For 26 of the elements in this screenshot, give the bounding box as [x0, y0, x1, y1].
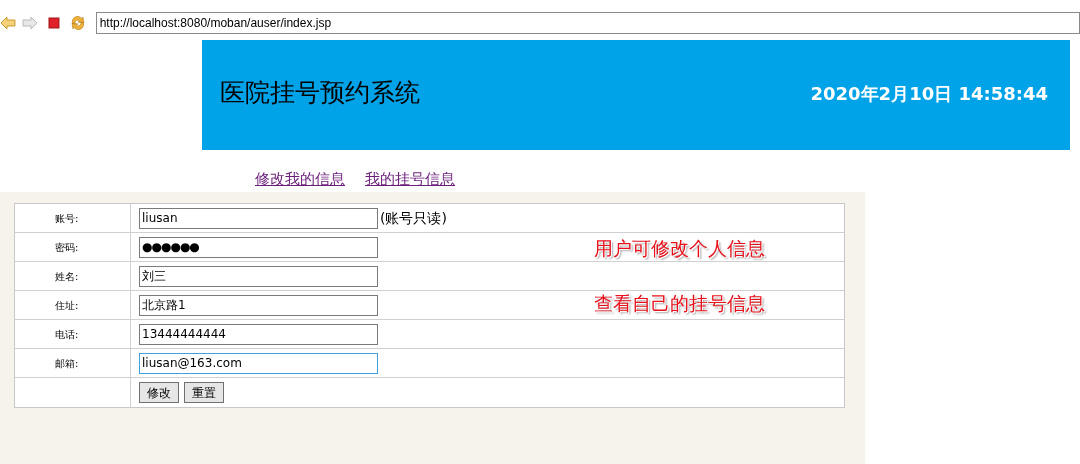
field-label: 密码:	[15, 233, 131, 261]
input-field[interactable]: 刘三	[139, 265, 378, 287]
field-label: 姓名:	[15, 262, 131, 290]
annotation-text: 查看自己的挂号信息	[594, 290, 765, 316]
readonly-note: (账号只读)	[380, 208, 447, 228]
form-button[interactable]: 修改	[139, 382, 179, 403]
forward-arrow-icon[interactable]	[21, 16, 38, 30]
nav-link[interactable]: 我的挂号信息	[365, 168, 455, 192]
field-label: 电话:	[15, 320, 131, 348]
nav-link[interactable]: 修改我的信息	[255, 168, 345, 192]
field-label: 邮箱:	[15, 349, 131, 377]
input-field[interactable]: 13444444444	[139, 323, 378, 345]
back-arrow-icon[interactable]	[0, 16, 16, 30]
annotation-text: 用户可修改个人信息	[594, 236, 765, 261]
input-field[interactable]: liusan	[139, 207, 378, 229]
system-title: 医院挂号预约系统	[220, 77, 420, 110]
field-label: 账号:	[15, 204, 131, 232]
refresh-icon[interactable]	[69, 15, 86, 31]
address-field[interactable]: http://localhost:8080/moban/auser/index.jsp	[95, 12, 1080, 34]
input-field[interactable]: 北京路1	[139, 294, 378, 316]
input-field[interactable]: liusan@163.com	[139, 352, 378, 374]
date-time: 2020年2月10日 14:58:44	[810, 81, 1048, 106]
stop-icon[interactable]	[47, 17, 60, 29]
form-button[interactable]: 重置	[184, 382, 224, 403]
password-field[interactable]: ●●●●●●	[139, 236, 378, 258]
field-label: 住址:	[15, 291, 131, 319]
